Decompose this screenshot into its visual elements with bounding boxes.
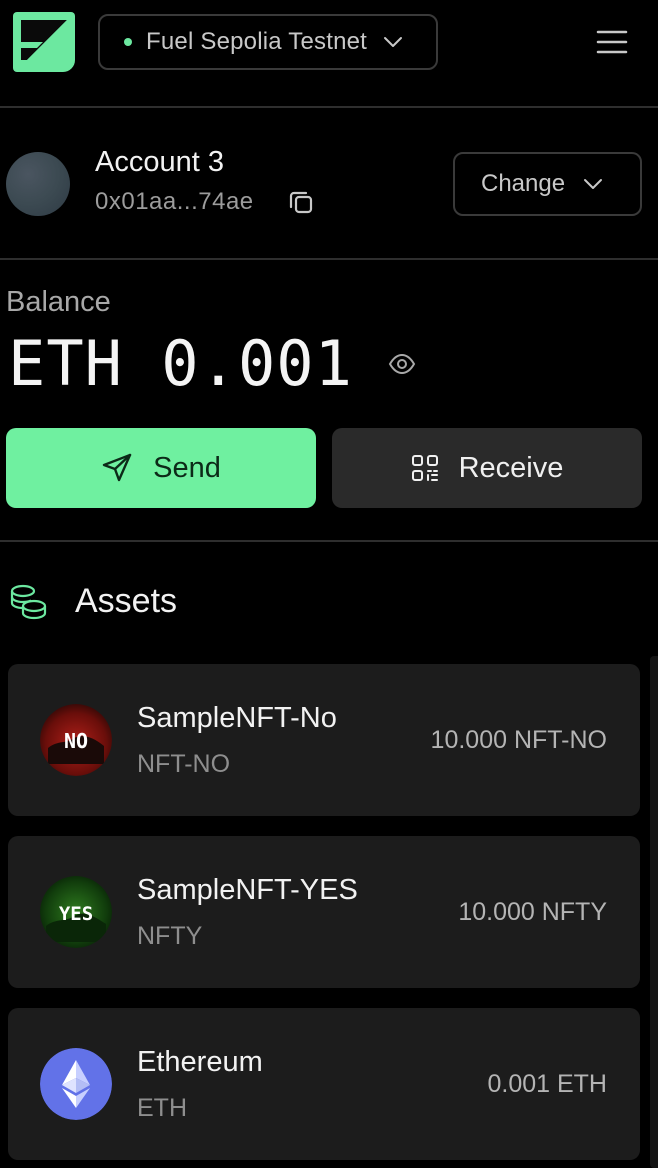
asset-name: Ethereum: [137, 1046, 263, 1078]
account-address: 0x01aa...74ae: [95, 188, 254, 215]
nft-yes-badge-text: YES: [59, 903, 93, 925]
avatar[interactable]: [6, 152, 70, 216]
qr-code-icon: [411, 455, 438, 481]
network-selector[interactable]: Fuel Sepolia Testnet: [98, 14, 438, 70]
change-label: Change: [481, 170, 566, 197]
asset-card-nft-no[interactable]: NO SampleNFT-No NFT-NO 10.000 NFT-NO: [8, 664, 640, 816]
assets-title: Assets: [75, 582, 178, 620]
nft-no-token-icon: NO: [40, 704, 112, 776]
asset-name: SampleNFT-No: [137, 702, 337, 734]
asset-amount: 0.001 ETH: [487, 1070, 607, 1098]
coins-icon: [10, 584, 47, 620]
asset-symbol: NFT-NO: [137, 750, 231, 778]
receive-button[interactable]: Receive: [332, 428, 642, 508]
balance-value: ETH 0.001: [8, 327, 353, 400]
hamburger-menu-icon[interactable]: [594, 26, 630, 58]
top-bar: Fuel Sepolia Testnet: [0, 0, 658, 108]
account-name: Account 3: [95, 146, 224, 178]
asset-symbol: NFTY: [137, 922, 203, 950]
fuel-logo-icon[interactable]: [13, 12, 75, 72]
asset-symbol: ETH: [137, 1094, 187, 1122]
chevron-down-icon: [584, 179, 603, 189]
send-icon: [102, 453, 132, 482]
change-account-button[interactable]: Change: [453, 152, 642, 216]
ethereum-icon: [40, 1048, 112, 1120]
asset-amount: 10.000 NFT-NO: [430, 726, 607, 754]
account-section: Account 3 0x01aa...74ae Change: [0, 108, 658, 260]
asset-card-nft-yes[interactable]: YES SampleNFT-YES NFTY 10.000 NFTY: [8, 836, 640, 988]
chevron-down-icon: [384, 37, 403, 47]
send-button[interactable]: Send: [6, 428, 316, 508]
nft-no-badge-text: NO: [64, 729, 88, 753]
nft-yes-token-icon: YES: [40, 876, 112, 948]
section-divider: [0, 540, 658, 542]
network-label: Fuel Sepolia Testnet: [146, 28, 368, 55]
network-status-dot: [124, 38, 132, 46]
asset-card-ethereum[interactable]: Ethereum ETH 0.001 ETH: [8, 1008, 640, 1160]
scrollbar[interactable]: [650, 656, 658, 1168]
copy-icon[interactable]: [287, 188, 315, 216]
receive-label: Receive: [458, 451, 564, 484]
eye-icon[interactable]: [388, 350, 416, 378]
asset-amount: 10.000 NFTY: [458, 898, 607, 926]
send-label: Send: [153, 451, 221, 484]
asset-name: SampleNFT-YES: [137, 874, 358, 906]
balance-label: Balance: [6, 286, 111, 318]
